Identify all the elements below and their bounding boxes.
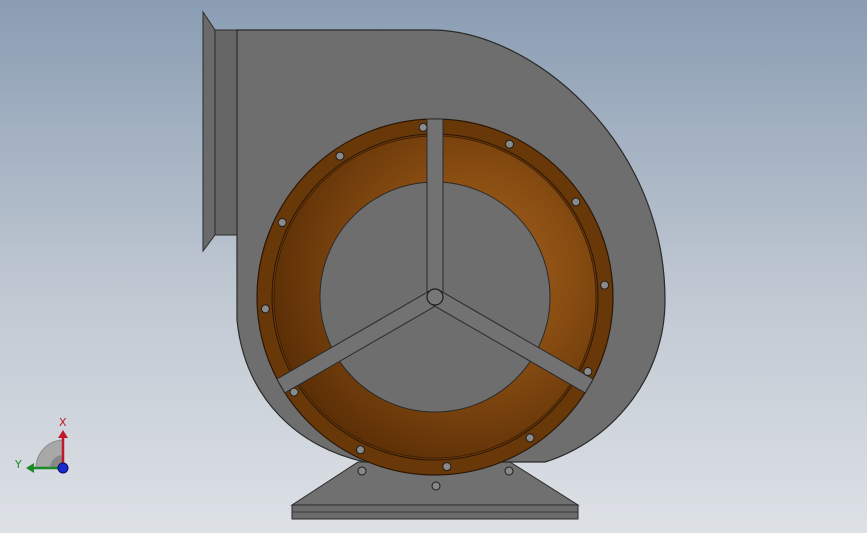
cad-viewport[interactable]: X Y [0, 0, 867, 533]
orientation-triad[interactable]: X Y [14, 416, 69, 474]
flange-bolt-hole [442, 462, 452, 472]
triad-z-axis-icon [57, 462, 69, 474]
outlet-duct [202, 10, 238, 253]
hub [426, 288, 444, 306]
base-bolt-hole [357, 466, 367, 476]
base-bolt-hole [431, 481, 441, 491]
flange-bolt-hole [600, 280, 610, 290]
flange-bolt-hole [289, 387, 299, 397]
flange-bolt-hole [260, 304, 270, 314]
base-bolt-hole [504, 466, 514, 476]
support-strut [426, 118, 444, 298]
flange-bolt-hole [277, 217, 287, 227]
flange-bolt-hole [355, 445, 365, 455]
flange-bolt-hole [525, 433, 535, 443]
triad-y-label: Y [14, 458, 22, 471]
flange-bolt-hole [335, 151, 345, 161]
outlet-flange [202, 10, 216, 253]
outlet-body [214, 29, 238, 236]
flange-bolt-hole [571, 197, 581, 207]
flange-bolt-hole [583, 367, 593, 377]
triad-y-arrow-icon [26, 463, 34, 473]
triad-x-label: X [59, 416, 67, 429]
triad-x-arrow-icon [58, 430, 68, 438]
flange-bolt-hole [418, 122, 428, 132]
flange-bolt-hole [505, 139, 515, 149]
